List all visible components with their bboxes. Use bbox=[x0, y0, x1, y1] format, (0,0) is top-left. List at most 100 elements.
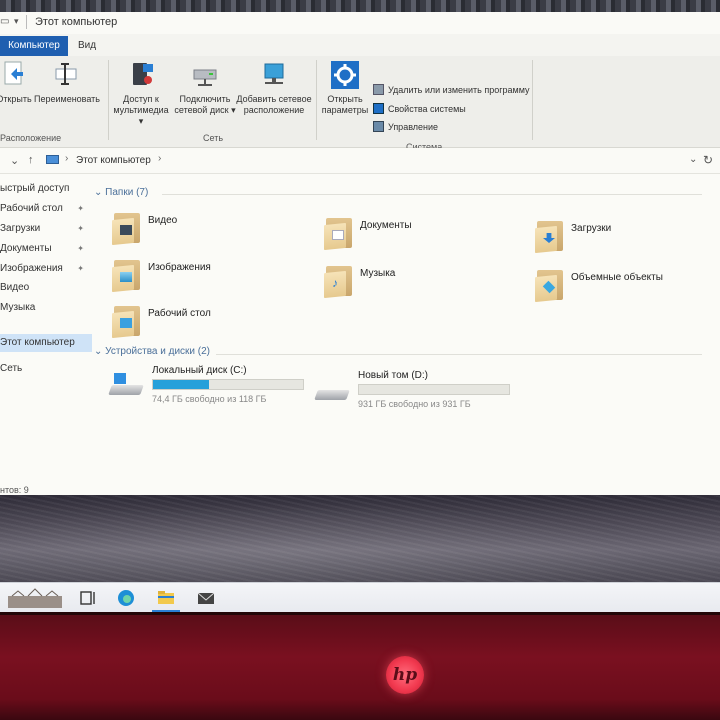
drive-d[interactable]: Новый том (D:) 931 ГБ свободно из 931 ГБ bbox=[314, 370, 516, 414]
item-count: нтов: 9 bbox=[0, 485, 29, 495]
nav-label: Сеть bbox=[0, 363, 23, 374]
chevron-down-icon: ▾ bbox=[228, 105, 236, 115]
nav-quick-access[interactable]: ыстрый доступ bbox=[0, 180, 92, 198]
drive-usage-bar bbox=[152, 379, 304, 390]
network-location-icon bbox=[264, 63, 284, 84]
folder-desktop[interactable]: Рабочий стол bbox=[112, 302, 312, 346]
open-settings-button[interactable]: Открыть параметры bbox=[318, 60, 372, 116]
screen-edge-strip bbox=[0, 0, 720, 12]
drive-usage-bar bbox=[358, 384, 510, 395]
section-divider bbox=[216, 354, 702, 355]
media-access-button[interactable]: Доступ к мультимедиа ▾ bbox=[110, 60, 172, 127]
add-location-label-line1: Добавить сетевое bbox=[236, 94, 312, 104]
breadcrumb-this-pc[interactable]: Этот компьютер bbox=[76, 155, 151, 166]
breadcrumb-chevron-icon[interactable]: › bbox=[158, 153, 161, 164]
drives-section-header[interactable]: ⌄ Устройства и диски (2) bbox=[94, 346, 210, 357]
tab-computer[interactable]: Компьютер bbox=[0, 36, 68, 56]
rename-button[interactable]: Переименовать bbox=[32, 60, 102, 105]
folder-pictures[interactable]: Изображения bbox=[112, 256, 312, 300]
mail-icon[interactable] bbox=[196, 588, 216, 608]
properties-label: Свойства системы bbox=[388, 104, 466, 114]
start-thumbnail-icon[interactable] bbox=[8, 588, 62, 608]
refresh-icon[interactable]: ↻ bbox=[703, 153, 713, 167]
hp-logo: hp bbox=[386, 656, 424, 694]
up-arrow-icon[interactable]: ↑ bbox=[28, 154, 34, 166]
chevron-down-icon: ▾ bbox=[138, 116, 144, 126]
breadcrumb-chevron-icon[interactable]: › bbox=[65, 153, 68, 164]
videos-folder-icon bbox=[112, 209, 140, 246]
edge-browser-icon[interactable] bbox=[116, 588, 136, 608]
settings-label-line2: параметры bbox=[321, 105, 369, 115]
nav-label: Этот компьютер bbox=[0, 337, 75, 348]
uninstall-label: Удалить или изменить программу bbox=[388, 85, 530, 95]
nav-label: Видео bbox=[0, 282, 30, 293]
ribbon: Открыть Переименовать Расположение bbox=[0, 56, 720, 152]
nav-pictures[interactable]: Изображения ✦ bbox=[0, 260, 92, 278]
network-drive-icon bbox=[193, 69, 217, 86]
media-access-label-line2: мультимедиа bbox=[113, 105, 169, 115]
nav-documents[interactable]: Документы ✦ bbox=[0, 240, 92, 258]
folders-section-header[interactable]: ⌄ Папки (7) bbox=[94, 187, 148, 198]
recent-locations-chevron-icon[interactable]: ⌄ bbox=[10, 154, 19, 167]
pin-icon: ✦ bbox=[77, 204, 84, 213]
quick-access-dropdown-icon[interactable]: ▾ bbox=[14, 16, 19, 27]
desktop-wallpaper bbox=[0, 495, 720, 595]
folder-documents[interactable]: Документы bbox=[324, 214, 524, 258]
nav-music[interactable]: Музыка bbox=[0, 299, 92, 317]
folder-music[interactable]: ♪ Музыка bbox=[324, 262, 524, 306]
folder-name: Загрузки bbox=[571, 223, 612, 234]
folder-downloads[interactable]: Загрузки bbox=[535, 217, 720, 261]
drives-header-label: Устройства и диски (2) bbox=[105, 346, 211, 357]
taskbar bbox=[0, 582, 720, 612]
file-explorer-window: ▭ ▾ Этот компьютер Компьютер Вид Открыть bbox=[0, 12, 720, 498]
laptop-body bbox=[0, 615, 720, 720]
map-drive-label-line1: Подключить bbox=[179, 94, 231, 104]
chevron-icon: ⌄ bbox=[94, 346, 106, 357]
add-network-location-button[interactable]: Добавить сетевое расположение bbox=[236, 60, 312, 116]
open-label: Открыть bbox=[0, 94, 32, 104]
open-button[interactable]: Открыть bbox=[0, 60, 32, 105]
folder-videos[interactable]: Видео bbox=[112, 209, 312, 253]
desktop-folder-icon bbox=[112, 302, 140, 339]
downloads-folder-icon bbox=[535, 217, 563, 254]
pictures-folder-icon bbox=[112, 256, 140, 293]
address-dropdown-icon[interactable]: ⌄ bbox=[689, 154, 697, 165]
rename-icon bbox=[55, 63, 77, 85]
manage-button[interactable]: Управление bbox=[373, 121, 438, 132]
task-view-icon[interactable] bbox=[78, 588, 98, 608]
navigation-pane: ыстрый доступ Рабочий стол ✦ Загрузки ✦ До… bbox=[0, 180, 92, 480]
uninstall-program-button[interactable]: Удалить или изменить программу bbox=[373, 84, 529, 95]
nav-this-pc[interactable]: Этот компьютер bbox=[0, 334, 92, 352]
drive-free-space: 74,4 ГБ свободно из 118 ГБ bbox=[152, 394, 267, 404]
map-network-drive-button[interactable]: Подключить сетевой диск ▾ bbox=[174, 60, 236, 116]
nav-label: Рабочий стол bbox=[0, 203, 63, 214]
drive-free-space: 931 ГБ свободно из 931 ГБ bbox=[358, 399, 471, 409]
folder-3d-objects[interactable]: Объемные объекты bbox=[535, 266, 720, 310]
nav-desktop[interactable]: Рабочий стол ✦ bbox=[0, 200, 92, 218]
nav-network[interactable]: Сеть bbox=[0, 360, 92, 378]
window-title: Этот компьютер bbox=[35, 16, 118, 28]
nav-videos[interactable]: Видео bbox=[0, 279, 92, 297]
system-properties-button[interactable]: Свойства системы bbox=[373, 103, 466, 114]
drive-usage-fill bbox=[153, 380, 209, 389]
system-drive-icon bbox=[108, 373, 144, 395]
manage-label: Управление bbox=[388, 122, 439, 132]
add-location-label-line2: расположение bbox=[243, 105, 305, 115]
folders-header-label: Папки (7) bbox=[105, 187, 149, 198]
group-label-location: Расположение bbox=[0, 133, 62, 143]
file-explorer-taskbar-icon[interactable] bbox=[156, 588, 176, 608]
3d-objects-folder-icon bbox=[535, 266, 563, 303]
rename-label: Переименовать bbox=[34, 94, 100, 104]
quick-access-toolbar-icon[interactable]: ▭ bbox=[0, 16, 9, 27]
pin-icon: ✦ bbox=[77, 244, 84, 253]
tab-view[interactable]: Вид bbox=[78, 36, 96, 56]
drive-c[interactable]: Локальный диск (C:) 74,4 ГБ свободно из … bbox=[108, 365, 310, 409]
this-pc-icon bbox=[46, 155, 59, 164]
nav-downloads[interactable]: Загрузки ✦ bbox=[0, 220, 92, 238]
group-label-network: Сеть bbox=[203, 133, 224, 143]
media-server-icon bbox=[133, 63, 153, 85]
settings-label-line1: Открыть bbox=[327, 94, 363, 104]
media-access-label-line1: Доступ к bbox=[123, 94, 159, 104]
pin-icon: ✦ bbox=[77, 264, 84, 273]
folder-name: Объемные объекты bbox=[571, 272, 663, 283]
